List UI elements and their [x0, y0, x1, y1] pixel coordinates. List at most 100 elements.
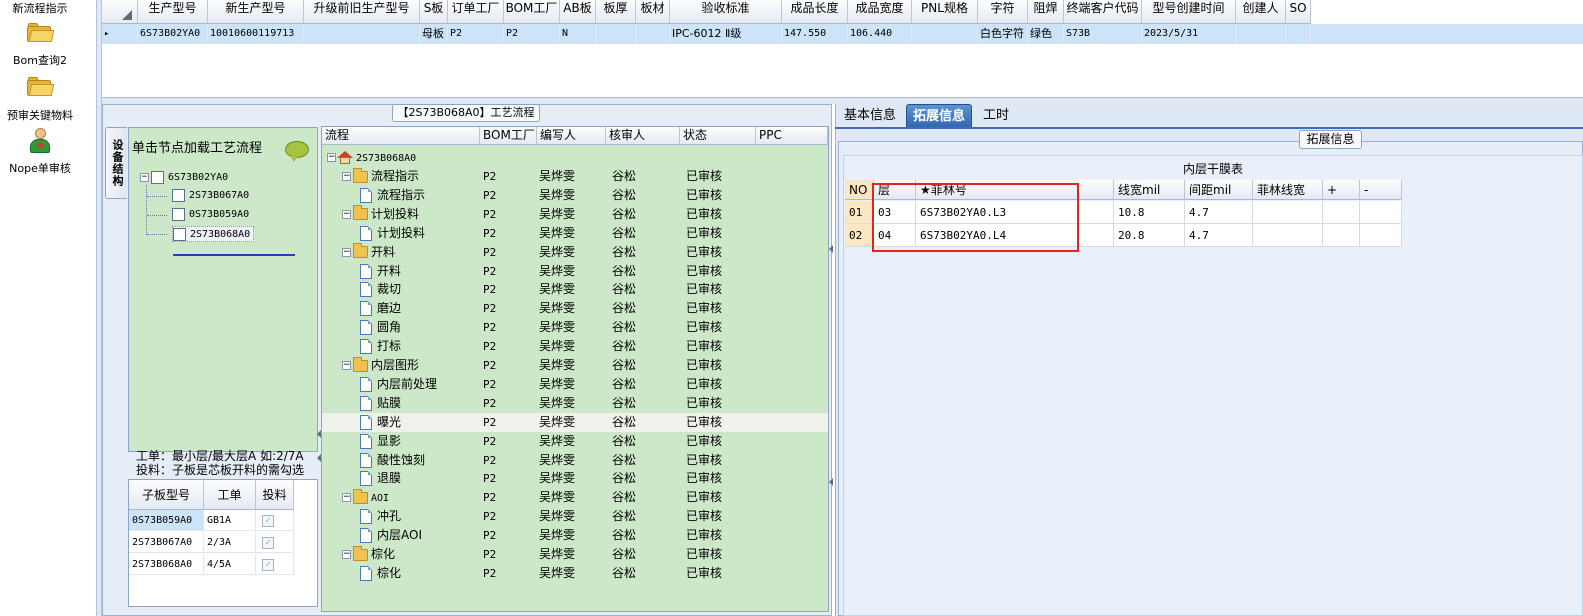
collapse-icon[interactable]: −	[342, 550, 351, 559]
collapse-icon[interactable]: −	[342, 172, 351, 181]
table-cell[interactable]	[1360, 201, 1402, 224]
table-row[interactable]: 贴膜 P2 吴烨雯 谷松 已审核	[322, 394, 828, 413]
column-header[interactable]: 线宽mil	[1114, 180, 1185, 200]
nav-item-nope-review[interactable]: Nope单审核	[0, 128, 80, 176]
column-header[interactable]: 新生产型号	[208, 0, 304, 24]
table-row[interactable]: 显影 P2 吴烨雯 谷松 已审核	[322, 432, 828, 451]
table-row[interactable]: 冲孔 P2 吴烨雯 谷松 已审核	[322, 507, 828, 526]
table-cell[interactable]	[1323, 201, 1360, 224]
table-cell[interactable]: 106.440	[848, 24, 912, 44]
column-header[interactable]: 菲林线宽	[1253, 180, 1323, 200]
table-cell[interactable]	[636, 24, 670, 44]
checkbox[interactable]	[172, 207, 185, 221]
column-header[interactable]: 终端客户代码	[1064, 0, 1142, 24]
tab-extended-info[interactable]: 拓展信息	[906, 104, 973, 128]
column-header[interactable]: BOM工厂	[480, 127, 537, 145]
tree-node-root[interactable]: −6S73B02YA0	[140, 170, 228, 186]
column-header[interactable]: -	[1360, 180, 1402, 200]
table-cell[interactable]: 2023/5/31	[1142, 24, 1236, 44]
table-cell[interactable]: P2	[504, 24, 560, 44]
column-header[interactable]: +	[1323, 180, 1360, 200]
table-cell[interactable]: 4/5A	[204, 554, 256, 575]
table-cell[interactable]	[1323, 224, 1360, 247]
table-cell[interactable]: P2	[448, 24, 504, 44]
collapse-icon[interactable]: −	[140, 172, 149, 182]
column-header[interactable]: PNL规格	[912, 0, 978, 24]
column-header[interactable]: 编写人	[537, 127, 606, 145]
feed-checkbox[interactable]: ✓	[262, 537, 274, 549]
column-header[interactable]: BOM工厂	[504, 0, 560, 24]
table-cell[interactable]: 白色字符	[978, 24, 1028, 44]
column-header[interactable]: 板厚	[596, 0, 636, 24]
table-row[interactable]: 计划投料 P2 吴烨雯 谷松 已审核	[322, 224, 828, 243]
table-row[interactable]: ▸ 6S73B02YA0 10010600119713 母板 P2 P2 N IPC-601…	[102, 24, 1583, 44]
column-header[interactable]: 创建人	[1236, 0, 1286, 24]
table-cell[interactable]: GB1A	[204, 510, 256, 531]
table-cell[interactable]	[596, 24, 636, 44]
table-row[interactable]: − 棕化 P2 吴烨雯 谷松 已审核	[322, 545, 828, 564]
collapse-icon[interactable]: −	[327, 153, 336, 162]
table-row[interactable]: − 开料 P2 吴烨雯 谷松 已审核	[322, 243, 828, 262]
table-cell[interactable]: N	[560, 24, 596, 44]
column-header[interactable]: 成品长度	[782, 0, 848, 24]
table-row[interactable]: − 流程指示 P2 吴烨雯 谷松 已审核	[322, 167, 828, 186]
nav-item-new-process[interactable]: 新流程指示	[0, 0, 80, 16]
table-cell[interactable]: 4.7	[1185, 224, 1253, 247]
column-header[interactable]: 生产型号	[138, 0, 208, 24]
tree-node[interactable]: 0S73B059A0	[172, 207, 249, 223]
nav-item-bom-query[interactable]: Bom查询2	[0, 23, 80, 68]
column-header[interactable]: 升级前旧生产型号	[304, 0, 420, 24]
checkbox[interactable]	[173, 227, 186, 241]
column-header[interactable]: NO	[845, 180, 874, 200]
table-cell[interactable]: 0S73B059A0	[129, 510, 204, 531]
table-cell[interactable]: IPC-6012 Ⅱ级	[670, 24, 782, 44]
table-row[interactable]: − 计划投料 P2 吴烨雯 谷松 已审核	[322, 205, 828, 224]
table-row[interactable]: 裁切 P2 吴烨雯 谷松 已审核	[322, 280, 828, 299]
column-header[interactable]: 订单工厂	[448, 0, 504, 24]
table-row[interactable]: 内层前处理 P2 吴烨雯 谷松 已审核	[322, 375, 828, 394]
column-header[interactable]: 核审人	[606, 127, 680, 145]
checkbox[interactable]	[151, 170, 164, 184]
table-row[interactable]: 酸性蚀刻 P2 吴烨雯 谷松 已审核	[322, 451, 828, 470]
table-cell[interactable]: 147.550	[782, 24, 848, 44]
table-cell[interactable]: 10010600119713	[208, 24, 304, 44]
table-cell[interactable]	[1236, 24, 1286, 44]
table-cell[interactable]: 绿色	[1028, 24, 1064, 44]
table-cell[interactable]: S73B	[1064, 24, 1142, 44]
column-header[interactable]: 间距mil	[1185, 180, 1253, 200]
column-header[interactable]: 子板型号	[129, 480, 204, 510]
table-row[interactable]: − AOI P2 吴烨雯 谷松 已审核	[322, 488, 828, 507]
table-cell[interactable]: 4.7	[1185, 201, 1253, 224]
table-cell[interactable]: 20.8	[1114, 224, 1185, 247]
column-header[interactable]: 成品宽度	[848, 0, 912, 24]
collapse-left-icon[interactable]	[829, 478, 833, 486]
table-row[interactable]: 棕化 P2 吴烨雯 谷松 已审核	[322, 564, 828, 583]
collapse-icon[interactable]: −	[342, 361, 351, 370]
collapse-icon[interactable]: −	[342, 493, 351, 503]
table-row[interactable]: 磨边 P2 吴烨雯 谷松 已审核	[322, 299, 828, 318]
table-cell[interactable]: 2S73B067A0	[129, 532, 204, 553]
column-header[interactable]: S板	[420, 0, 448, 24]
collapse-icon[interactable]: −	[342, 209, 351, 219]
table-cell[interactable]	[304, 24, 420, 44]
table-cell[interactable]	[1253, 201, 1323, 224]
table-row[interactable]: 圆角 P2 吴烨雯 谷松 已审核	[322, 318, 828, 337]
table-cell[interactable]	[1253, 224, 1323, 247]
column-header[interactable]: 工单	[204, 480, 256, 510]
tree-node[interactable]: 2S73B067A0	[172, 188, 249, 204]
column-header[interactable]: 型号创建时间	[1142, 0, 1236, 24]
table-cell[interactable]: 6S73B02YA0	[138, 24, 208, 44]
table-cell[interactable]: 02	[845, 224, 874, 247]
table-cell[interactable]: 2/3A	[204, 532, 256, 553]
table-cell[interactable]: 2S73B068A0	[129, 554, 204, 575]
table-cell[interactable]	[1360, 224, 1402, 247]
table-row[interactable]: 曝光 P2 吴烨雯 谷松 已审核	[322, 412, 828, 432]
collapse-left-icon[interactable]	[829, 245, 833, 253]
tree-row-root[interactable]: −2S73B068A0	[322, 148, 828, 167]
feed-checkbox[interactable]: ✓	[262, 559, 274, 571]
table-cell[interactable]	[912, 24, 978, 44]
table-row[interactable]: 打标 P2 吴烨雯 谷松 已审核	[322, 337, 828, 356]
table-row[interactable]: 流程指示 P2 吴烨雯 谷松 已审核	[322, 186, 828, 205]
nav-item-key-material[interactable]: 预审关键物料	[0, 77, 80, 123]
tab-equipment-structure[interactable]: 设备结构	[105, 127, 127, 199]
